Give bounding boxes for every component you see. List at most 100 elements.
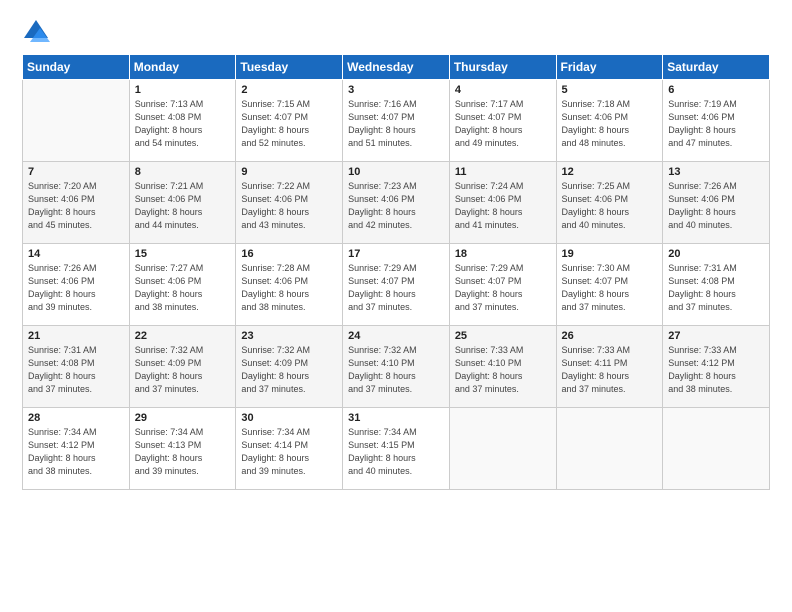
day-info: Sunrise: 7:33 AMSunset: 4:12 PMDaylight:… bbox=[668, 344, 764, 396]
day-number: 3 bbox=[348, 84, 444, 96]
weekday-header-wednesday: Wednesday bbox=[343, 55, 450, 80]
day-number: 27 bbox=[668, 330, 764, 342]
day-info: Sunrise: 7:19 AMSunset: 4:06 PMDaylight:… bbox=[668, 98, 764, 150]
calendar-week-row: 1 Sunrise: 7:13 AMSunset: 4:08 PMDaylight… bbox=[23, 80, 770, 162]
calendar-cell: 28 Sunrise: 7:34 AMSunset: 4:12 PMDayligh… bbox=[23, 408, 130, 490]
day-number: 11 bbox=[455, 166, 551, 178]
day-info: Sunrise: 7:34 AMSunset: 4:12 PMDaylight:… bbox=[28, 426, 124, 478]
calendar-cell: 2 Sunrise: 7:15 AMSunset: 4:07 PMDaylight… bbox=[236, 80, 343, 162]
day-number: 31 bbox=[348, 412, 444, 424]
weekday-header-tuesday: Tuesday bbox=[236, 55, 343, 80]
day-info: Sunrise: 7:34 AMSunset: 4:14 PMDaylight:… bbox=[241, 426, 337, 478]
calendar-cell: 27 Sunrise: 7:33 AMSunset: 4:12 PMDayligh… bbox=[663, 326, 770, 408]
calendar-body: 1 Sunrise: 7:13 AMSunset: 4:08 PMDaylight… bbox=[23, 80, 770, 490]
day-info: Sunrise: 7:28 AMSunset: 4:06 PMDaylight:… bbox=[241, 262, 337, 314]
calendar-cell: 4 Sunrise: 7:17 AMSunset: 4:07 PMDaylight… bbox=[449, 80, 556, 162]
calendar-cell: 23Sunrise: 7:32 AMSunset: 4:09 PMDayligh… bbox=[236, 326, 343, 408]
calendar-week-row: 7 Sunrise: 7:20 AMSunset: 4:06 PMDaylight… bbox=[23, 162, 770, 244]
calendar-cell: 8 Sunrise: 7:21 AMSunset: 4:06 PMDaylight… bbox=[129, 162, 236, 244]
day-info: Sunrise: 7:27 AMSunset: 4:06 PMDaylight:… bbox=[135, 262, 231, 314]
day-number: 22 bbox=[135, 330, 231, 342]
calendar-table: SundayMondayTuesdayWednesdayThursdayFrid… bbox=[22, 54, 770, 490]
day-number: 12 bbox=[562, 166, 658, 178]
calendar-cell bbox=[23, 80, 130, 162]
day-info: Sunrise: 7:32 AMSunset: 4:10 PMDaylight:… bbox=[348, 344, 444, 396]
calendar-cell: 19 Sunrise: 7:30 AMSunset: 4:07 PMDayligh… bbox=[556, 244, 663, 326]
day-number: 29 bbox=[135, 412, 231, 424]
calendar-cell: 31 Sunrise: 7:34 AMSunset: 4:15 PMDayligh… bbox=[343, 408, 450, 490]
calendar-cell: 26 Sunrise: 7:33 AMSunset: 4:11 PMDayligh… bbox=[556, 326, 663, 408]
calendar-week-row: 28 Sunrise: 7:34 AMSunset: 4:12 PMDayligh… bbox=[23, 408, 770, 490]
calendar-cell: 3 Sunrise: 7:16 AMSunset: 4:07 PMDaylight… bbox=[343, 80, 450, 162]
calendar-cell: 25Sunrise: 7:33 AMSunset: 4:10 PMDayligh… bbox=[449, 326, 556, 408]
day-info: Sunrise: 7:31 AMSunset: 4:08 PMDaylight:… bbox=[668, 262, 764, 314]
day-number: 10 bbox=[348, 166, 444, 178]
day-info: Sunrise: 7:13 AMSunset: 4:08 PMDaylight:… bbox=[135, 98, 231, 150]
day-number: 18 bbox=[455, 248, 551, 260]
day-info: Sunrise: 7:33 AMSunset: 4:11 PMDaylight:… bbox=[562, 344, 658, 396]
day-number: 19 bbox=[562, 248, 658, 260]
day-info: Sunrise: 7:15 AMSunset: 4:07 PMDaylight:… bbox=[241, 98, 337, 150]
calendar-cell: 10Sunrise: 7:23 AMSunset: 4:06 PMDayligh… bbox=[343, 162, 450, 244]
day-number: 20 bbox=[668, 248, 764, 260]
day-number: 8 bbox=[135, 166, 231, 178]
day-info: Sunrise: 7:25 AMSunset: 4:06 PMDaylight:… bbox=[562, 180, 658, 232]
calendar-cell: 9 Sunrise: 7:22 AMSunset: 4:06 PMDaylight… bbox=[236, 162, 343, 244]
calendar-cell: 14Sunrise: 7:26 AMSunset: 4:06 PMDayligh… bbox=[23, 244, 130, 326]
day-info: Sunrise: 7:31 AMSunset: 4:08 PMDaylight:… bbox=[28, 344, 124, 396]
calendar-cell: 30 Sunrise: 7:34 AMSunset: 4:14 PMDayligh… bbox=[236, 408, 343, 490]
day-info: Sunrise: 7:21 AMSunset: 4:06 PMDaylight:… bbox=[135, 180, 231, 232]
day-number: 24 bbox=[348, 330, 444, 342]
day-number: 9 bbox=[241, 166, 337, 178]
day-number: 4 bbox=[455, 84, 551, 96]
day-number: 17 bbox=[348, 248, 444, 260]
day-info: Sunrise: 7:34 AMSunset: 4:15 PMDaylight:… bbox=[348, 426, 444, 478]
calendar-cell: 5 Sunrise: 7:18 AMSunset: 4:06 PMDaylight… bbox=[556, 80, 663, 162]
calendar-cell: 11 Sunrise: 7:24 AMSunset: 4:06 PMDayligh… bbox=[449, 162, 556, 244]
calendar-cell bbox=[663, 408, 770, 490]
day-info: Sunrise: 7:18 AMSunset: 4:06 PMDaylight:… bbox=[562, 98, 658, 150]
calendar-cell bbox=[556, 408, 663, 490]
calendar-cell: 13Sunrise: 7:26 AMSunset: 4:06 PMDayligh… bbox=[663, 162, 770, 244]
day-number: 5 bbox=[562, 84, 658, 96]
day-number: 14 bbox=[28, 248, 124, 260]
calendar-cell: 22 Sunrise: 7:32 AMSunset: 4:09 PMDayligh… bbox=[129, 326, 236, 408]
calendar-cell: 6 Sunrise: 7:19 AMSunset: 4:06 PMDaylight… bbox=[663, 80, 770, 162]
day-number: 6 bbox=[668, 84, 764, 96]
calendar-cell: 24 Sunrise: 7:32 AMSunset: 4:10 PMDayligh… bbox=[343, 326, 450, 408]
day-number: 1 bbox=[135, 84, 231, 96]
weekday-header-saturday: Saturday bbox=[663, 55, 770, 80]
day-number: 30 bbox=[241, 412, 337, 424]
day-number: 2 bbox=[241, 84, 337, 96]
day-number: 16 bbox=[241, 248, 337, 260]
page: SundayMondayTuesdayWednesdayThursdayFrid… bbox=[0, 0, 792, 612]
weekday-header-thursday: Thursday bbox=[449, 55, 556, 80]
day-info: Sunrise: 7:29 AMSunset: 4:07 PMDaylight:… bbox=[455, 262, 551, 314]
calendar-week-row: 14Sunrise: 7:26 AMSunset: 4:06 PMDayligh… bbox=[23, 244, 770, 326]
calendar-cell: 7 Sunrise: 7:20 AMSunset: 4:06 PMDaylight… bbox=[23, 162, 130, 244]
day-info: Sunrise: 7:32 AMSunset: 4:09 PMDaylight:… bbox=[241, 344, 337, 396]
calendar-cell: 15Sunrise: 7:27 AMSunset: 4:06 PMDayligh… bbox=[129, 244, 236, 326]
calendar-cell: 1 Sunrise: 7:13 AMSunset: 4:08 PMDaylight… bbox=[129, 80, 236, 162]
day-info: Sunrise: 7:32 AMSunset: 4:09 PMDaylight:… bbox=[135, 344, 231, 396]
calendar-cell bbox=[449, 408, 556, 490]
day-info: Sunrise: 7:34 AMSunset: 4:13 PMDaylight:… bbox=[135, 426, 231, 478]
day-number: 13 bbox=[668, 166, 764, 178]
calendar-week-row: 21 Sunrise: 7:31 AMSunset: 4:08 PMDayligh… bbox=[23, 326, 770, 408]
day-info: Sunrise: 7:24 AMSunset: 4:06 PMDaylight:… bbox=[455, 180, 551, 232]
day-info: Sunrise: 7:22 AMSunset: 4:06 PMDaylight:… bbox=[241, 180, 337, 232]
logo-icon bbox=[22, 18, 50, 46]
weekday-header-monday: Monday bbox=[129, 55, 236, 80]
day-info: Sunrise: 7:20 AMSunset: 4:06 PMDaylight:… bbox=[28, 180, 124, 232]
calendar-cell: 21 Sunrise: 7:31 AMSunset: 4:08 PMDayligh… bbox=[23, 326, 130, 408]
day-info: Sunrise: 7:16 AMSunset: 4:07 PMDaylight:… bbox=[348, 98, 444, 150]
day-info: Sunrise: 7:17 AMSunset: 4:07 PMDaylight:… bbox=[455, 98, 551, 150]
calendar-cell: 16 Sunrise: 7:28 AMSunset: 4:06 PMDayligh… bbox=[236, 244, 343, 326]
day-info: Sunrise: 7:33 AMSunset: 4:10 PMDaylight:… bbox=[455, 344, 551, 396]
day-info: Sunrise: 7:30 AMSunset: 4:07 PMDaylight:… bbox=[562, 262, 658, 314]
day-number: 26 bbox=[562, 330, 658, 342]
header bbox=[22, 18, 770, 46]
day-number: 28 bbox=[28, 412, 124, 424]
day-number: 21 bbox=[28, 330, 124, 342]
day-number: 7 bbox=[28, 166, 124, 178]
